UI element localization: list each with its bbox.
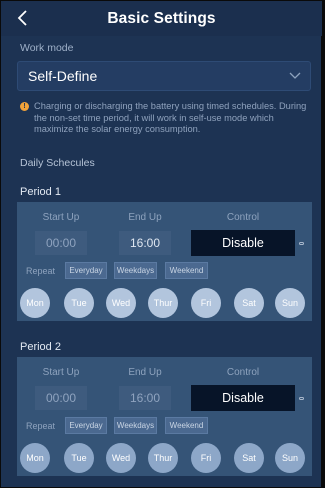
period-2-title: Period 2	[20, 341, 61, 353]
start-up-label: Start Up	[42, 212, 80, 223]
period-1-panel: Start Up End Up Control 00:00 16:00 Disa…	[17, 202, 312, 321]
day-fri-button[interactable]: Fri	[191, 288, 221, 318]
day-sat-button[interactable]: Sat	[234, 443, 264, 473]
header-bar: Basic Settings	[1, 1, 322, 36]
day-wed-button[interactable]: Wed	[106, 288, 136, 318]
day-tue-button[interactable]: Tue	[64, 288, 94, 318]
page-title: Basic Settings	[107, 10, 216, 27]
day-fri-button[interactable]: Fri	[191, 443, 221, 473]
end-time-input[interactable]: 16:00	[119, 386, 171, 410]
control-select[interactable]: Disable	[191, 230, 295, 256]
chevron-down-icon	[289, 72, 301, 79]
repeat-weekdays-button[interactable]: Weekdays	[114, 417, 157, 434]
day-mon-button[interactable]: Mon	[20, 288, 50, 318]
work-mode-label: Work mode	[20, 42, 74, 54]
repeat-everyday-button[interactable]: Everyday	[65, 417, 107, 434]
start-time-input[interactable]: 00:00	[35, 231, 87, 255]
repeat-label: Repeat	[26, 266, 56, 276]
day-tue-button[interactable]: Tue	[64, 443, 94, 473]
info-note: ! Charging or discharging the battery us…	[20, 101, 310, 136]
repeat-label: Repeat	[26, 421, 56, 431]
control-label: Control	[226, 212, 260, 223]
work-mode-value: Self-Define	[28, 68, 98, 84]
warning-icon: !	[20, 102, 29, 111]
repeat-weekend-button[interactable]: Weekend	[165, 262, 208, 279]
end-up-label: End Up	[128, 367, 162, 378]
drag-handle-icon[interactable]	[299, 397, 304, 400]
app-frame: Basic Settings Work mode Self-Define ! C…	[0, 0, 325, 488]
daily-schedules-label: Daily Schecules	[20, 157, 95, 169]
day-thur-button[interactable]: Thur	[148, 288, 178, 318]
day-thur-button[interactable]: Thur	[148, 443, 178, 473]
end-time-input[interactable]: 16:00	[119, 231, 171, 255]
day-sat-button[interactable]: Sat	[234, 288, 264, 318]
work-mode-select[interactable]: Self-Define	[17, 61, 311, 91]
period-2-panel: Start Up End Up Control 00:00 16:00 Disa…	[17, 357, 312, 476]
period-1-title: Period 1	[20, 186, 61, 198]
day-wed-button[interactable]: Wed	[106, 443, 136, 473]
day-sun-button[interactable]: Sun	[275, 443, 305, 473]
control-label: Control	[226, 367, 260, 378]
control-select[interactable]: Disable	[191, 385, 295, 411]
note-text: Charging or discharging the battery usin…	[34, 101, 307, 134]
start-up-label: Start Up	[42, 367, 80, 378]
start-time-input[interactable]: 00:00	[35, 386, 87, 410]
end-up-label: End Up	[128, 212, 162, 223]
day-sun-button[interactable]: Sun	[275, 288, 305, 318]
drag-handle-icon[interactable]	[299, 242, 304, 245]
repeat-weekend-button[interactable]: Weekend	[165, 417, 208, 434]
repeat-everyday-button[interactable]: Everyday	[65, 262, 107, 279]
repeat-weekdays-button[interactable]: Weekdays	[114, 262, 157, 279]
day-mon-button[interactable]: Mon	[20, 443, 50, 473]
